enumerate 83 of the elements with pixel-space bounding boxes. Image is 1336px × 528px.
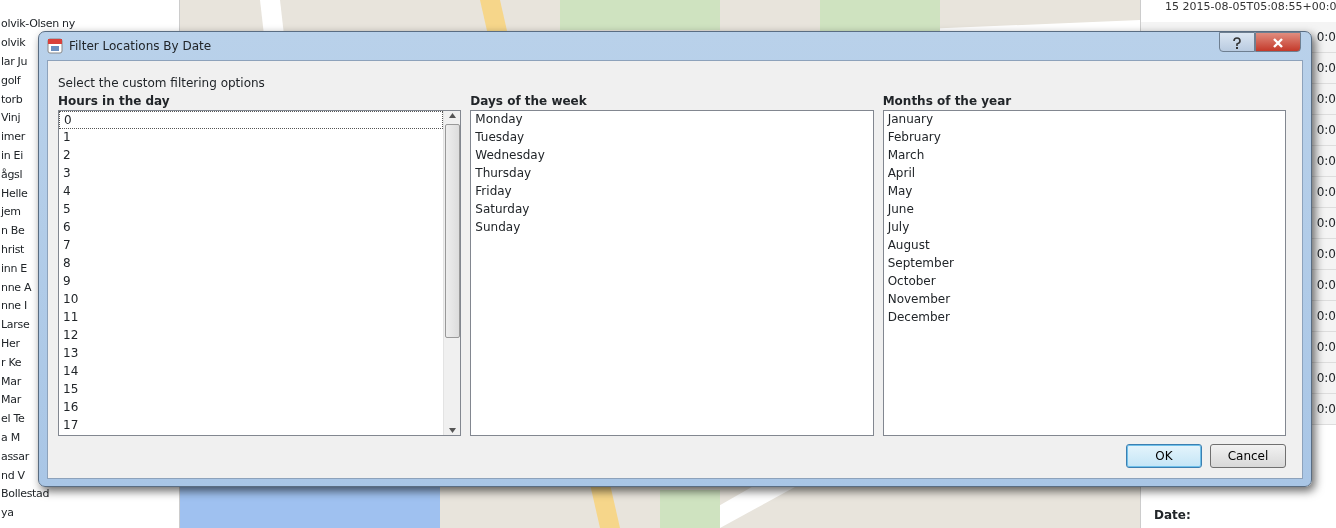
list-item[interactable]: Friday <box>471 183 873 201</box>
list-item[interactable]: Monday <box>471 111 873 129</box>
list-item[interactable]: 8 <box>59 255 444 273</box>
cancel-button[interactable]: Cancel <box>1210 444 1286 468</box>
list-item[interactable]: hrist <box>0 240 25 259</box>
list-item[interactable]: inn E <box>0 258 27 278</box>
list-item[interactable]: el Te <box>0 409 25 429</box>
list-item[interactable]: 7 <box>59 237 444 255</box>
list-item[interactable]: 17 <box>59 417 444 435</box>
list-heading: Months of the year <box>882 93 1013 110</box>
list-heading: Days of the week <box>470 93 588 110</box>
list-item[interactable]: 12 <box>59 327 444 345</box>
list-item[interactable]: 6 <box>59 219 444 237</box>
list-item[interactable]: 9 <box>59 273 444 291</box>
help-button[interactable] <box>1219 32 1255 52</box>
list-item[interactable]: imer <box>0 127 25 147</box>
list-item[interactable]: July <box>883 219 1285 237</box>
list-item[interactable]: 15 <box>59 381 444 399</box>
list-item[interactable]: 1 <box>59 129 444 147</box>
list-item[interactable]: golf <box>0 71 21 90</box>
list-item[interactable]: jem <box>0 202 21 222</box>
list-item[interactable]: nd V <box>0 465 25 485</box>
list-item[interactable]: torb <box>0 89 23 109</box>
calendar-icon <box>47 38 63 54</box>
list-item[interactable]: in Ei <box>0 146 24 165</box>
list-box[interactable]: Monday Tuesday Wednesday Thursday Friday Saturday Sunday <box>470 110 874 436</box>
close-button[interactable] <box>1255 32 1301 52</box>
list-item[interactable]: r Ke <box>0 352 22 372</box>
list-item[interactable]: Saturday <box>471 201 873 219</box>
list-item[interactable]: 4 <box>59 183 444 201</box>
list-item[interactable]: 14 <box>59 363 444 381</box>
window-title: Filter Locations By Date <box>69 38 212 55</box>
close-icon <box>1272 37 1284 48</box>
list-item[interactable]: lar Ju <box>0 52 28 71</box>
instruction-text: Select the custom filtering options <box>58 75 266 92</box>
list-item[interactable]: 16 <box>59 399 444 417</box>
ok-button[interactable]: OK <box>1126 444 1202 468</box>
list-item[interactable]: olvik <box>0 33 26 53</box>
list-item[interactable]: Her <box>0 334 20 353</box>
list-item[interactable]: Helle <box>0 183 28 203</box>
list-item[interactable]: April <box>883 165 1285 183</box>
scroll-down-icon[interactable] <box>448 428 456 433</box>
list-item[interactable]: August <box>883 237 1285 255</box>
list-item[interactable]: November <box>883 291 1285 309</box>
list-item[interactable]: Vinj <box>0 108 21 128</box>
list-item[interactable]: ya <box>0 503 14 523</box>
list-item[interactable]: 5 <box>59 201 444 219</box>
list-heading: Hours in the day <box>58 93 171 110</box>
list-item[interactable]: May <box>883 183 1285 201</box>
list-item[interactable]: 13 <box>59 345 444 363</box>
list-item[interactable]: December <box>883 309 1285 327</box>
list-item[interactable]: a M <box>0 428 20 447</box>
list-item[interactable]: Tuesday <box>471 129 873 147</box>
list-item[interactable]: Sunday <box>471 219 873 237</box>
list-item[interactable]: Wednesday <box>471 147 873 165</box>
list-item[interactable]: Mar <box>0 371 21 391</box>
list-item[interactable]: ågsl <box>0 164 23 184</box>
list-item[interactable]: nne I <box>0 296 27 316</box>
table-cell-text: 15 2015-08-05T05:08:55+00:0 <box>1164 0 1336 15</box>
list-item[interactable]: 3 <box>59 165 444 183</box>
list-item[interactable]: October <box>883 273 1285 291</box>
list-item[interactable]: Larse <box>0 315 30 335</box>
scroll-up-icon[interactable] <box>448 113 456 118</box>
list-item[interactable]: olvik-Olsen ny <box>0 14 75 34</box>
list-item[interactable]: Thursday <box>471 165 873 183</box>
list-item[interactable]: February <box>883 129 1285 147</box>
list-item[interactable]: 11 <box>59 309 444 327</box>
list-item[interactable]: Mar <box>0 390 21 410</box>
list-item[interactable]: January <box>883 111 1285 129</box>
list-item[interactable]: n Be <box>0 221 25 241</box>
scrollbar[interactable] <box>443 111 461 435</box>
list-item[interactable]: March <box>883 147 1285 165</box>
list-item[interactable]: September <box>883 255 1285 273</box>
help-icon <box>1232 36 1242 49</box>
list-item[interactable]: 10 <box>59 291 444 309</box>
list-item[interactable]: Bollestad <box>0 484 50 504</box>
list-item[interactable]: 2 <box>59 147 444 165</box>
list-item[interactable]: 0 <box>59 111 444 129</box>
date-label: Date: <box>1154 507 1191 524</box>
list-item[interactable]: assar <box>0 446 29 466</box>
list-item[interactable]: June <box>883 201 1285 219</box>
list-box[interactable]: January February March April May June July August September October November December <box>882 110 1286 436</box>
list-item[interactable]: nne A <box>0 277 32 297</box>
